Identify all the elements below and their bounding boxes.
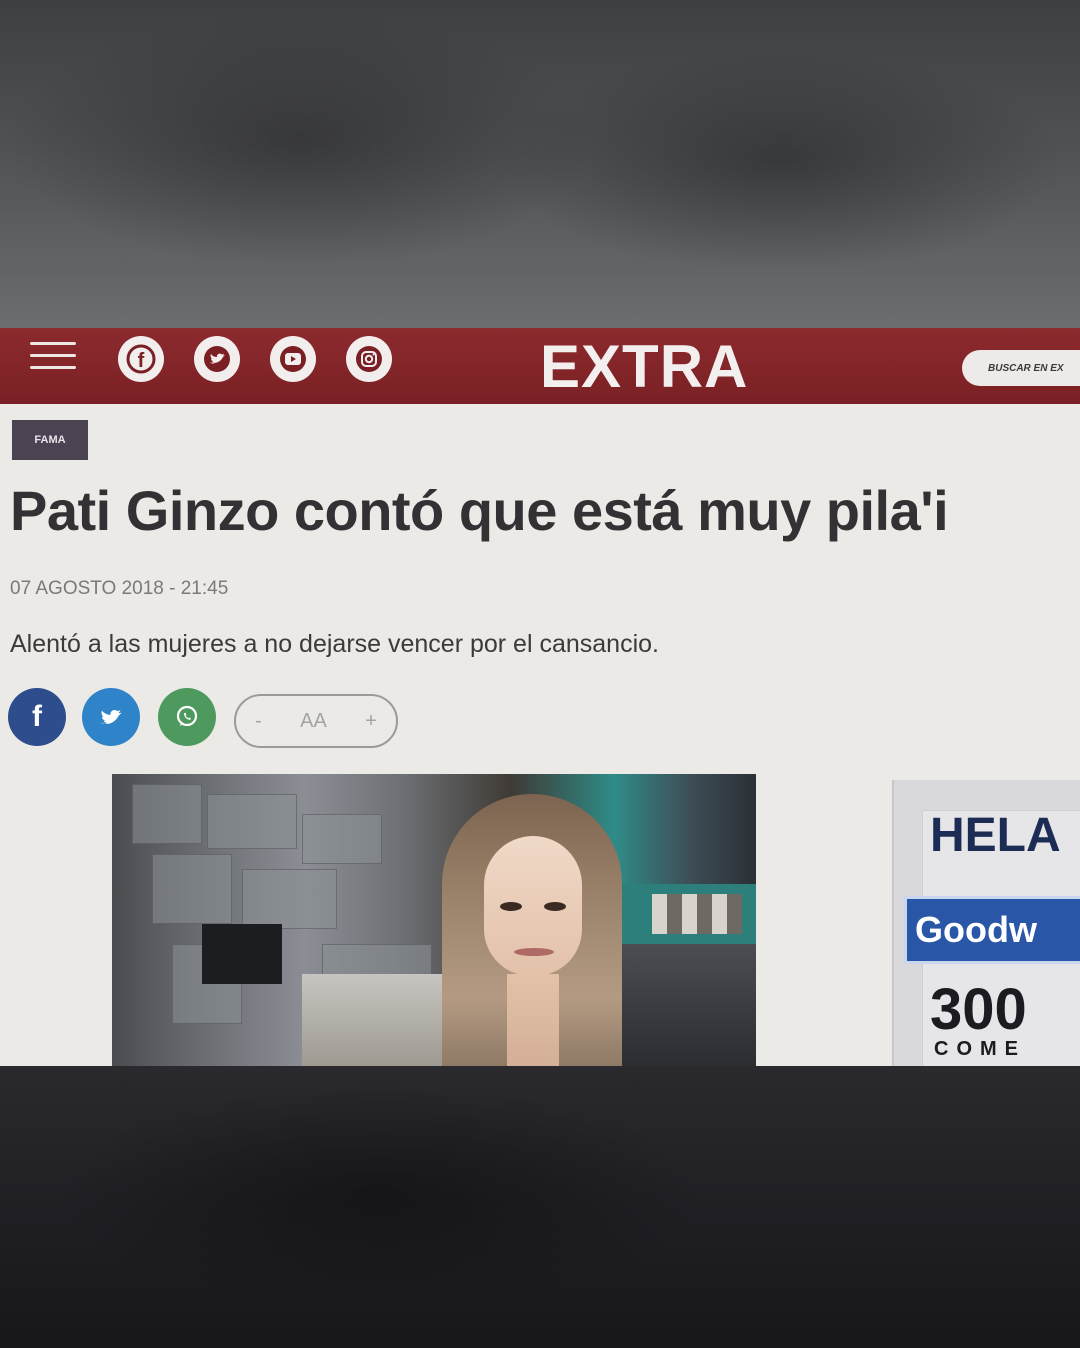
- ad-line-2: Goodw: [904, 896, 1080, 964]
- share-whatsapp-button[interactable]: [158, 688, 216, 746]
- whatsapp-icon: [176, 705, 198, 727]
- article-headline: Pati Ginzo contó que está muy pila'i: [10, 479, 949, 542]
- twitter-icon[interactable]: [194, 336, 240, 382]
- ad-line-4: COME: [934, 1038, 1026, 1060]
- facebook-icon: f: [32, 700, 42, 733]
- site-header: f EXTRA BUSCAR EN EX: [0, 328, 1080, 404]
- font-size-control: - AA +: [234, 694, 398, 748]
- article-summary: Alentó a las mujeres a no dejarse vencer…: [10, 630, 659, 658]
- hamburger-menu-icon[interactable]: [30, 342, 76, 370]
- youtube-icon[interactable]: [270, 336, 316, 382]
- ad-line-3: 300: [930, 977, 1027, 1042]
- instagram-icon[interactable]: [346, 336, 392, 382]
- article-photo[interactable]: [112, 774, 756, 1066]
- search-placeholder: BUSCAR EN EX: [988, 362, 1064, 374]
- photographed-screen: f EXTRA BUSCAR EN EX FAMA Pati Ginzo con…: [0, 328, 1080, 1066]
- font-decrease-button[interactable]: -: [255, 710, 262, 733]
- camera-background-top: [0, 0, 1080, 328]
- font-increase-button[interactable]: +: [365, 710, 377, 733]
- site-logo[interactable]: EXTRA: [540, 332, 748, 401]
- ad-line-1: HELA: [930, 809, 1061, 862]
- search-input[interactable]: BUSCAR EN EX: [962, 350, 1080, 386]
- camera-background-bottom: [0, 1066, 1080, 1348]
- svg-text:f: f: [138, 350, 145, 372]
- twitter-icon: [100, 709, 122, 725]
- advertisement-banner[interactable]: HELA Goodw 300 COME: [892, 780, 1080, 1066]
- share-twitter-button[interactable]: [82, 688, 140, 746]
- article-date: 07 AGOSTO 2018 - 21:45: [10, 578, 229, 599]
- category-badge[interactable]: FAMA: [12, 420, 88, 460]
- font-size-label: AA: [300, 709, 327, 732]
- share-facebook-button[interactable]: f: [8, 688, 66, 746]
- facebook-icon[interactable]: f: [118, 336, 164, 382]
